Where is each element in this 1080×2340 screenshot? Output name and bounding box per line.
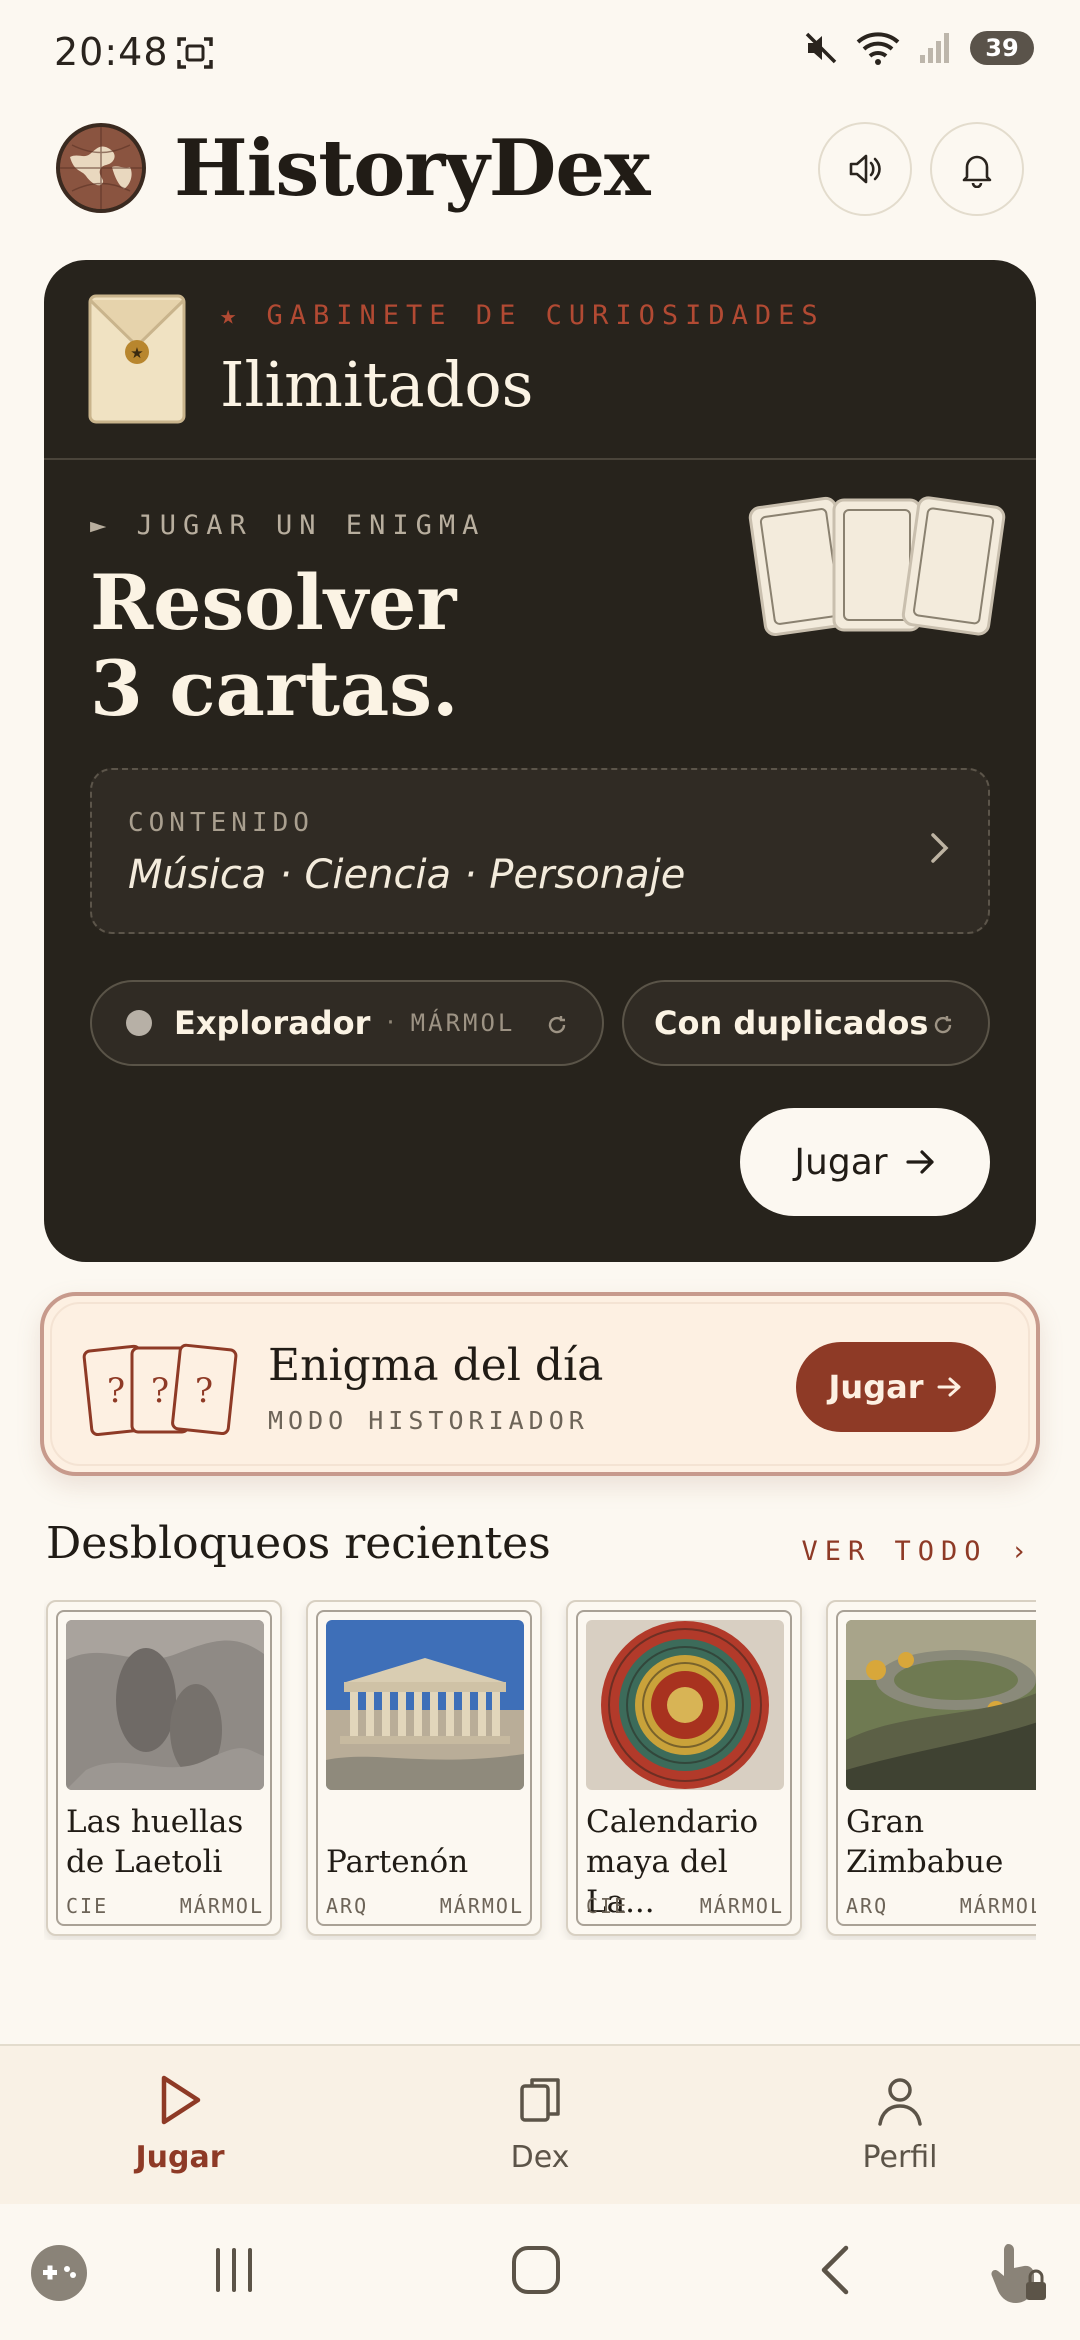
unlock-card-tier: MÁRMOL — [439, 1894, 524, 1918]
laetoli-footprints-image — [66, 1620, 264, 1790]
app-header: HistoryDex — [56, 118, 1024, 218]
parthenon-image — [326, 1620, 524, 1790]
enigma-title: Resolver 3 cartas. — [90, 560, 459, 732]
enigma-card: ★ ★ GABINETE DE CURIOSIDADES Ilimitados … — [44, 260, 1036, 1262]
envelope-icon: ★ — [88, 294, 186, 424]
duplicates-label: Con duplicados — [654, 1004, 929, 1042]
notifications-button[interactable] — [930, 122, 1024, 216]
cabinet-kicker: ★ GABINETE DE CURIOSIDADES — [220, 300, 825, 331]
content-selector[interactable]: CONTENIDO Música · Ciencia · Personaje — [90, 768, 990, 934]
wifi-icon — [856, 30, 900, 66]
content-value: Música · Ciencia · Personaje — [128, 852, 686, 898]
touch-lock-icon[interactable] — [990, 2236, 1050, 2306]
nav-item-profile[interactable]: Perfil — [800, 2072, 1000, 2192]
play-icon — [156, 2072, 204, 2128]
chevron-right-icon — [928, 830, 952, 866]
question-cards-icon: ? ? ? — [80, 1342, 250, 1440]
nav-item-dex[interactable]: Dex — [440, 2072, 640, 2192]
difficulty-tier: MÁRMOL — [410, 1009, 516, 1037]
nav-label-play: Jugar — [135, 2140, 225, 2175]
nav-label-dex: Dex — [510, 2140, 570, 2175]
arrow-right-icon — [937, 1376, 963, 1398]
play-button-label: Jugar — [794, 1141, 888, 1183]
mute-icon — [804, 31, 838, 65]
difficulty-toggle[interactable]: Explorador · MÁRMOL — [90, 980, 604, 1066]
unlock-card-category: CIE — [586, 1894, 629, 1918]
app-title: HistoryDex — [174, 122, 650, 214]
system-navigation-bar — [0, 2204, 1080, 2340]
play-enigma-label: ► JUGAR UN ENIGMA — [90, 510, 486, 541]
unlock-card[interactable]: Las huellas de Laetoli CIE MÁRMOL — [46, 1600, 282, 1936]
screenshot-icon — [176, 34, 214, 72]
unlock-card-name: Las huellas de Laetoli — [66, 1804, 244, 1880]
unlock-card[interactable]: Gran Zimbabue ARQ MÁRMOL — [826, 1600, 1036, 1936]
cabinet-title: Ilimitados — [220, 348, 534, 421]
battery-indicator: 39 — [970, 31, 1034, 65]
unlock-card-category: ARQ — [846, 1894, 889, 1918]
great-zimbabwe-image — [846, 1620, 1036, 1790]
recent-apps-icon[interactable] — [210, 2244, 258, 2296]
difficulty-separator: · — [386, 1008, 395, 1038]
difficulty-dot — [126, 1010, 152, 1036]
daily-enigma-card: ? ? ? Enigma del día MODO HISTORIADOR Ju… — [40, 1292, 1040, 1476]
content-label: CONTENIDO — [128, 808, 314, 838]
daily-play-button[interactable]: Jugar — [796, 1342, 996, 1432]
daily-play-label: Jugar — [828, 1368, 924, 1406]
svg-text:?: ? — [151, 1371, 169, 1411]
arrow-right-icon — [905, 1149, 936, 1175]
signal-icon — [918, 31, 952, 65]
unlock-card-name: Partenón — [326, 1844, 469, 1880]
home-icon[interactable] — [510, 2244, 562, 2296]
globe-logo-icon — [56, 123, 146, 213]
refresh-icon — [932, 1014, 954, 1036]
unlock-card-tier: MÁRMOL — [959, 1894, 1036, 1918]
bell-icon — [959, 150, 995, 188]
difficulty-label: Explorador — [174, 1004, 371, 1042]
refresh-icon — [546, 1014, 568, 1036]
nav-item-play[interactable]: Jugar — [80, 2072, 280, 2192]
card-divider — [44, 458, 1036, 460]
maya-calendar-image — [586, 1620, 784, 1790]
cards-stack-icon — [744, 490, 1014, 650]
svg-text:★: ★ — [130, 344, 143, 362]
back-icon[interactable] — [816, 2244, 856, 2296]
recent-unlocks-row[interactable]: Las huellas de Laetoli CIE MÁRMOL Parten… — [44, 1600, 1036, 1940]
gamepad-icon[interactable] — [30, 2244, 88, 2302]
user-icon — [876, 2072, 924, 2128]
recent-unlocks-title: Desbloqueos recientes — [46, 1518, 551, 1569]
status-time: 20:48 — [54, 30, 169, 74]
see-all-link[interactable]: VER TODO › — [801, 1536, 1034, 1567]
unlock-card-name: Gran Zimbabue — [846, 1804, 1004, 1880]
sound-button[interactable] — [818, 122, 912, 216]
speaker-icon — [846, 150, 884, 188]
svg-text:?: ? — [195, 1371, 213, 1411]
enigma-title-line1: Resolver — [90, 558, 457, 647]
enigma-title-line2: 3 cartas. — [90, 644, 459, 733]
unlock-card-category: CIE — [66, 1894, 109, 1918]
cards-icon — [516, 2072, 564, 2128]
unlock-card[interactable]: Calendario maya del La... CIE MÁRMOL — [566, 1600, 802, 1936]
daily-title: Enigma del día — [268, 1340, 604, 1391]
unlock-card[interactable]: Partenón ARQ MÁRMOL — [306, 1600, 542, 1936]
unlock-card-tier: MÁRMOL — [179, 1894, 264, 1918]
daily-subtitle: MODO HISTORIADOR — [268, 1406, 589, 1435]
unlock-card-category: ARQ — [326, 1894, 369, 1918]
unlock-card-tier: MÁRMOL — [699, 1894, 784, 1918]
svg-text:?: ? — [107, 1371, 125, 1411]
duplicates-toggle[interactable]: Con duplicados — [622, 980, 990, 1066]
nav-label-profile: Perfil — [862, 2140, 938, 2175]
status-bar: 20:48 39 — [0, 0, 1080, 105]
bottom-navigation: Jugar Dex Perfil — [0, 2044, 1080, 2204]
play-button[interactable]: Jugar — [740, 1108, 990, 1216]
